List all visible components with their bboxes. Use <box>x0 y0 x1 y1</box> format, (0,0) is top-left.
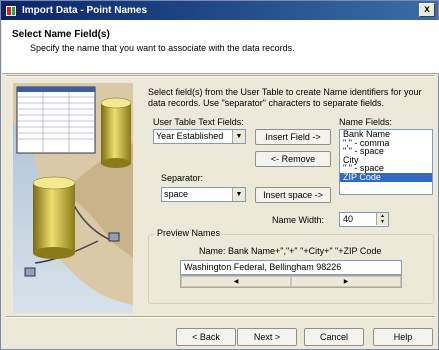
chevron-down-icon[interactable]: ▼ <box>232 130 245 143</box>
cancel-button[interactable]: Cancel <box>304 328 364 346</box>
name-width-value: 40 <box>343 214 354 224</box>
title-bar: Import Data - Point Names x <box>1 1 438 20</box>
help-button[interactable]: Help <box>373 328 433 346</box>
scroll-left-icon[interactable]: ◀ <box>181 276 291 287</box>
user-table-field-select[interactable]: Year Established ▼ <box>153 129 246 144</box>
remove-button[interactable]: <- Remove <box>255 151 331 167</box>
user-table-field-value: Year Established <box>156 131 224 141</box>
preview-group-title: Preview Names <box>155 228 223 238</box>
wizard-illustration <box>13 83 133 313</box>
insert-field-button[interactable]: Insert Field -> <box>255 129 331 145</box>
separator-select[interactable]: space ▼ <box>161 187 246 202</box>
chevron-down-icon[interactable]: ▼ <box>232 188 245 201</box>
name-fields-label: Name Fields: <box>339 117 393 127</box>
separator-value: space <box>164 189 189 199</box>
page-title: Select Name Field(s) <box>12 29 110 40</box>
separator-label: Separator: <box>161 173 204 183</box>
insert-space-button[interactable]: Insert space -> <box>255 187 331 203</box>
header-divider <box>6 75 435 77</box>
name-fields-list[interactable]: Bank Name "," - comma " " - space City "… <box>339 129 433 195</box>
preview-name-field[interactable]: Washington Federal, Bellingham 98226 <box>180 260 402 275</box>
preview-scrollbar[interactable]: ◀ ▶ <box>180 275 402 288</box>
scroll-right-icon[interactable]: ▶ <box>291 276 401 287</box>
app-icon <box>5 4 17 17</box>
name-width-label: Name Width: <box>272 215 325 225</box>
page-subtitle: Specify the name that you want to associ… <box>30 43 295 53</box>
window-title: Import Data - Point Names <box>22 5 148 16</box>
footer-divider <box>6 316 435 318</box>
wizard-header: Select Name Field(s) Specify the name th… <box>2 20 439 74</box>
name-width-spinner[interactable]: 40 ▲ ▼ <box>339 212 389 227</box>
spin-down-icon[interactable]: ▼ <box>376 219 388 225</box>
preview-formula: Name: Bank Name+","+" "+City+" "+ZIP Cod… <box>199 246 382 256</box>
next-button[interactable]: Next > <box>237 328 297 346</box>
user-table-label: User Table Text Fields: <box>153 117 244 127</box>
instructions-text: Select field(s) from the User Table to c… <box>148 87 422 108</box>
back-button[interactable]: < Back <box>176 328 236 346</box>
import-data-dialog: Import Data - Point Names x Select Name … <box>0 0 439 350</box>
close-button[interactable]: x <box>419 3 435 17</box>
list-item-selected[interactable]: ZIP Code <box>340 173 432 182</box>
